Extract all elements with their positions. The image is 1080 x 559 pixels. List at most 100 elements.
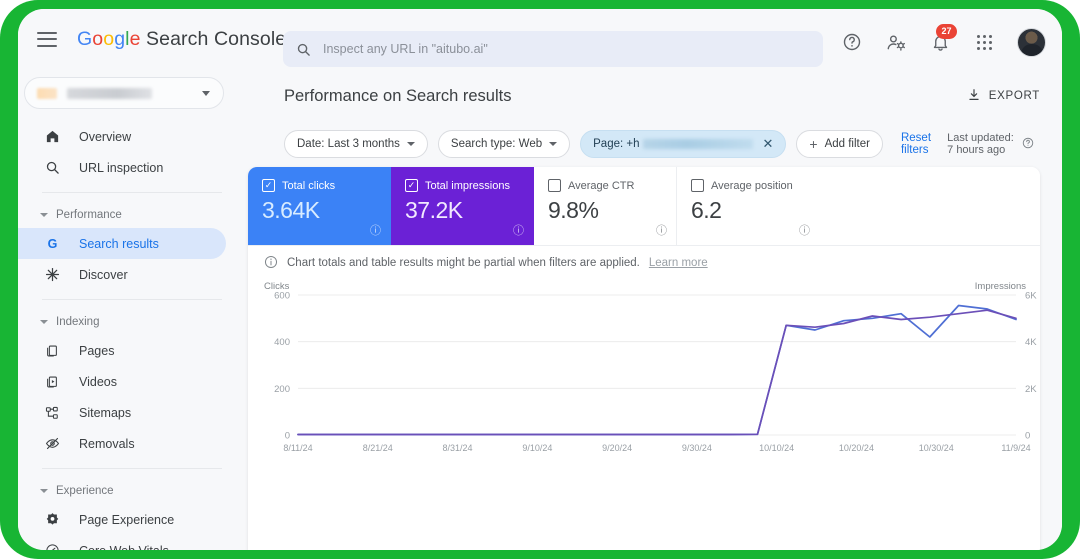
sparkle-icon [42, 267, 62, 282]
info-icon [264, 255, 278, 272]
add-filter-label: Add filter [824, 138, 870, 150]
y-axis-right-tick: 2K [1025, 384, 1037, 395]
property-favicon [37, 87, 57, 99]
checkbox-checked-icon[interactable]: ✓ [262, 179, 275, 192]
green-frame-border: Google Search Console Inspect any URL in… [0, 0, 1080, 559]
metric-average-ctr[interactable]: Average CTR 9.8% ⓘ [534, 167, 677, 245]
checkbox-unchecked-icon[interactable] [691, 179, 704, 192]
main-content: Performance on Search results EXPORT Dat… [240, 69, 1062, 550]
learn-more-link[interactable]: Learn more [649, 257, 708, 269]
chevron-down-icon [40, 213, 48, 217]
x-axis-tick-label: 9/30/24 [681, 443, 712, 453]
sidebar-item-page-experience[interactable]: Page Experience [18, 504, 226, 535]
url-inspection-search[interactable]: Inspect any URL in "aitubo.ai" [283, 31, 823, 67]
reset-filters-link[interactable]: Reset filters [901, 132, 937, 156]
sidebar-group-indexing[interactable]: Indexing [18, 309, 240, 335]
top-bar: Google Search Console Inspect any URL in… [18, 9, 1062, 69]
svg-text:G: G [47, 237, 57, 251]
help-circle-icon[interactable]: ⓘ [656, 222, 667, 238]
sidebar-item-search-results[interactable]: G Search results [18, 228, 226, 259]
page-filter-chip[interactable]: Page: +h ✕ [580, 130, 787, 158]
x-axis-tick-label: 8/21/24 [362, 443, 393, 453]
gear-circle-icon [42, 512, 62, 527]
sidebar-divider [42, 468, 222, 469]
apps-grid-icon[interactable] [973, 31, 995, 53]
sidebar-item-pages[interactable]: Pages [18, 335, 226, 366]
hamburger-icon[interactable] [37, 31, 57, 47]
sidebar-item-sitemaps[interactable]: Sitemaps [18, 397, 226, 428]
x-axis-tick-label: 10/20/24 [838, 443, 874, 453]
export-label: EXPORT [988, 90, 1040, 102]
metric-average-position[interactable]: Average position 6.2 ⓘ [677, 167, 819, 245]
filter-bar: Date: Last 3 months Search type: Web Pag… [240, 117, 1062, 163]
speedometer-icon [42, 543, 62, 550]
checkbox-checked-icon[interactable]: ✓ [405, 179, 418, 192]
sidebar-item-label: Videos [79, 374, 117, 389]
sidebar-item-label: Overview [79, 129, 132, 144]
pages-icon [42, 344, 62, 358]
add-filter-button[interactable]: + Add filter [796, 130, 883, 158]
property-selector[interactable] [24, 77, 224, 109]
video-icon [42, 375, 62, 389]
search-icon [296, 42, 311, 57]
sidebar-item-label: Discover [79, 267, 128, 282]
metric-value: 3.64K [262, 197, 320, 223]
metric-row-filler [819, 167, 1040, 245]
metric-label-row: ✓ Total impressions [405, 179, 533, 192]
google-g-icon: G [42, 236, 62, 251]
sidebar-item-label: Core Web Vitals [79, 544, 169, 551]
metric-label: Total impressions [425, 179, 510, 192]
notice-text: Chart totals and table results might be … [287, 257, 640, 269]
y-axis-right-tick: 4K [1025, 337, 1037, 348]
date-filter-label: Date: Last 3 months [297, 138, 400, 150]
sidebar-item-label: Sitemaps [79, 405, 132, 420]
sidebar-group-experience[interactable]: Experience [18, 478, 240, 504]
metric-label-row: Average CTR [548, 179, 676, 192]
brand-product-name: Search Console [140, 27, 287, 50]
y-axis-left-tick: 600 [274, 291, 290, 302]
sidebar-item-overview[interactable]: Overview [18, 121, 226, 152]
performance-chart: Clicks Impressions 0 0 200 2K 400 4K 600 6K 8/1… [248, 281, 1040, 550]
page-header: Performance on Search results EXPORT [240, 69, 1062, 117]
sidebar-item-label: URL inspection [79, 160, 164, 175]
x-axis-tick-label: 11/9/24 [1001, 443, 1031, 453]
sidebar-item-videos[interactable]: Videos [18, 366, 226, 397]
y-axis-left-tick: 200 [274, 384, 290, 395]
sidebar-item-removals[interactable]: Removals [18, 428, 226, 459]
sidebar-item-url-inspection[interactable]: URL inspection [18, 152, 226, 183]
sidebar-item-discover[interactable]: Discover [18, 259, 226, 290]
metric-value: 6.2 [691, 197, 722, 223]
metric-value: 37.2K [405, 197, 463, 223]
notifications-bell-icon[interactable]: 27 [929, 24, 957, 53]
chart-svg[interactable]: 0 0 200 2K 400 4K 600 6K [248, 285, 1040, 460]
metric-total-clicks[interactable]: ✓ Total clicks 3.64K ⓘ [248, 167, 391, 245]
notification-badge: 27 [936, 24, 957, 39]
date-filter-chip[interactable]: Date: Last 3 months [284, 130, 428, 158]
search-type-filter-chip[interactable]: Search type: Web [437, 130, 571, 158]
partial-data-notice: Chart totals and table results might be … [248, 246, 1040, 280]
help-circle-icon[interactable] [841, 31, 863, 53]
close-icon[interactable]: ✕ [762, 136, 773, 152]
sidebar-group-performance[interactable]: Performance [18, 202, 240, 228]
metric-total-impressions[interactable]: ✓ Total impressions 37.2K ⓘ [391, 167, 534, 245]
help-circle-icon[interactable] [1022, 137, 1034, 152]
metric-label-row: Average position [691, 179, 819, 192]
page-title: Performance on Search results [284, 86, 512, 105]
sidebar-item-label: Pages [79, 343, 115, 358]
sidebar-item-core-web-vitals[interactable]: Core Web Vitals [18, 535, 226, 550]
checkbox-unchecked-icon[interactable] [548, 179, 561, 192]
sidebar-divider [42, 299, 222, 300]
home-icon [42, 129, 62, 144]
brand-title: Google Search Console [77, 27, 287, 50]
help-circle-icon[interactable]: ⓘ [513, 222, 524, 238]
export-button[interactable]: EXPORT [967, 88, 1040, 105]
chart-series-clicks [297, 304, 1017, 436]
page-filter-value-redacted [643, 139, 754, 149]
chevron-down-icon [406, 142, 415, 146]
property-name-redacted [67, 87, 152, 99]
account-settings-icon[interactable] [885, 31, 907, 53]
user-avatar[interactable] [1017, 27, 1046, 57]
x-axis-tick-label: 10/30/24 [918, 443, 954, 453]
help-circle-icon[interactable]: ⓘ [370, 222, 381, 238]
help-circle-icon[interactable]: ⓘ [799, 222, 810, 238]
